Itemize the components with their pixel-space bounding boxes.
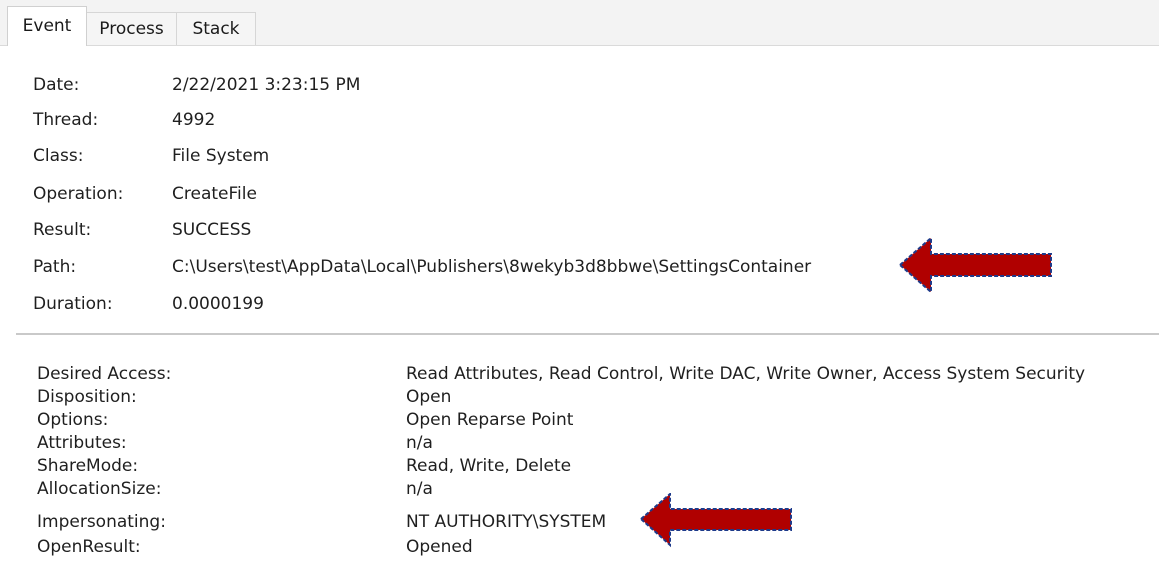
operation-value: CreateFile xyxy=(172,184,257,204)
sharemode-label: ShareMode: xyxy=(37,456,139,476)
thread-label: Thread: xyxy=(33,110,99,130)
section-divider xyxy=(16,333,1159,335)
tab-event[interactable]: Event xyxy=(7,6,87,46)
date-value: 2/22/2021 3:23:15 PM xyxy=(172,75,361,95)
path-label: Path: xyxy=(33,257,77,277)
desired-access-label: Desired Access: xyxy=(37,364,172,384)
duration-value: 0.0000199 xyxy=(172,294,264,314)
left-arrow-icon xyxy=(639,493,792,548)
open-result-value: Opened xyxy=(406,537,473,557)
tab-strip: Event Process Stack xyxy=(0,0,1159,46)
impersonating-value: NT AUTHORITY\SYSTEM xyxy=(406,512,607,532)
tab-process[interactable]: Process xyxy=(86,12,177,45)
class-value: File System xyxy=(172,146,270,166)
result-label: Result: xyxy=(33,220,92,240)
result-value: SUCCESS xyxy=(172,220,252,240)
tab-stack[interactable]: Stack xyxy=(176,12,256,45)
left-arrow-icon xyxy=(898,235,1052,295)
path-value: C:\Users\test\AppData\Local\Publishers\8… xyxy=(172,257,812,277)
open-result-label: OpenResult: xyxy=(37,537,141,557)
attributes-value: n/a xyxy=(406,433,433,453)
sharemode-value: Read, Write, Delete xyxy=(406,456,572,476)
allocation-size-value: n/a xyxy=(406,479,433,499)
disposition-value: Open xyxy=(406,387,452,407)
options-value: Open Reparse Point xyxy=(406,410,574,430)
class-label: Class: xyxy=(33,146,84,166)
duration-label: Duration: xyxy=(33,294,113,314)
options-label: Options: xyxy=(37,410,109,430)
attributes-label: Attributes: xyxy=(37,433,127,453)
desired-access-value: Read Attributes, Read Control, Write DAC… xyxy=(406,364,1086,384)
thread-value: 4992 xyxy=(172,110,216,130)
operation-label: Operation: xyxy=(33,184,124,204)
impersonating-label: Impersonating: xyxy=(37,512,166,532)
disposition-label: Disposition: xyxy=(37,387,137,407)
date-label: Date: xyxy=(33,75,80,95)
allocation-size-label: AllocationSize: xyxy=(37,479,162,499)
